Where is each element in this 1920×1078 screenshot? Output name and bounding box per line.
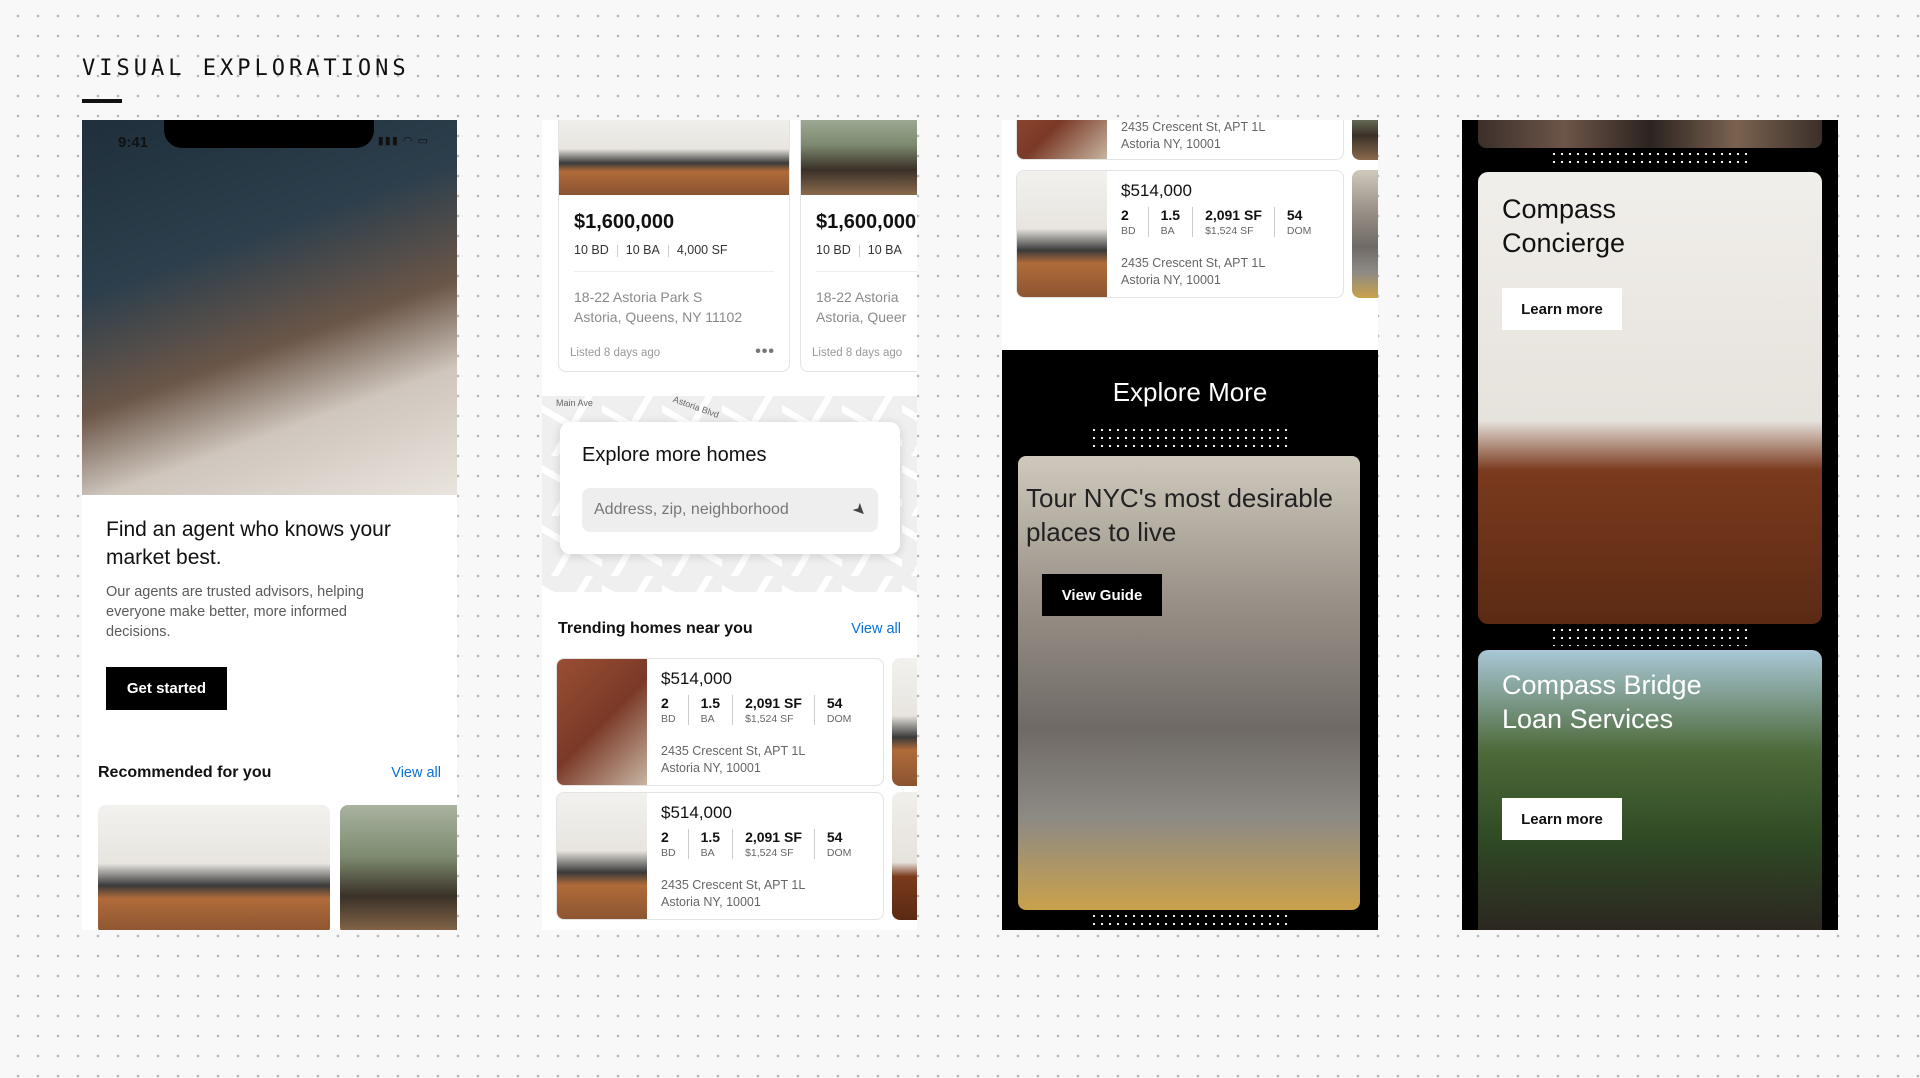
property-meta: 10 BD 10 BA xyxy=(816,243,902,257)
listing-stats: 2 BD 1.5 BA 2,091 SF $1,524 SF 54 DOM xyxy=(661,695,852,725)
listing-address: 2435 Crescent St, APT 1L Astoria NY, 1000… xyxy=(1121,256,1266,287)
section-underline xyxy=(82,99,122,103)
top-photo-strip xyxy=(1478,120,1822,148)
map-street-label: Main Ave xyxy=(556,398,593,408)
tour-guide-text: Tour NYC's most desirable places to live xyxy=(1026,483,1333,547)
property-price: $1,600,000 xyxy=(574,211,675,233)
status-icons: ▮▮▮ ◠ ▭ xyxy=(377,135,429,147)
listing-price: $514,000 xyxy=(661,669,732,688)
listing-card[interactable]: $514,000 2 BD 1.5 BA 2,091 SF $1,524 SF 54 D… xyxy=(1016,170,1344,298)
divider xyxy=(816,271,917,272)
status-time: 9:41 xyxy=(118,134,149,151)
hero-body: Our agents are trusted advisors, helping… xyxy=(106,584,364,640)
recommended-title: Recommended for you xyxy=(98,764,272,781)
listing-card-peek[interactable] xyxy=(1352,170,1378,298)
bridge-learn-more-button[interactable]: Learn more xyxy=(1502,798,1622,840)
concierge-title: Compass Concierge xyxy=(1502,194,1626,258)
dot-pattern xyxy=(1090,426,1290,448)
property-photo xyxy=(801,120,917,195)
address-search-input[interactable] xyxy=(582,488,878,532)
listing-price: $514,000 xyxy=(661,803,732,822)
property-price: $1,600,000 xyxy=(816,211,917,233)
dot-pattern xyxy=(1090,912,1290,928)
property-address: 18-22 Astoria Park S Astoria, Queens, NY … xyxy=(574,289,743,325)
listing-card-peek[interactable] xyxy=(892,792,917,920)
property-photo xyxy=(559,120,789,195)
property-meta: 10 BD 10 BA 4,000 SF xyxy=(574,243,728,257)
trending-view-all-link[interactable]: View all xyxy=(851,621,901,637)
listing-address: 2435 Crescent St, APT 1L Astoria NY, 1000… xyxy=(661,744,806,775)
screen-services: Compass Concierge Learn more Compass Bri… xyxy=(1462,120,1838,930)
recommended-card[interactable] xyxy=(340,805,457,930)
screen-explore-homes: $1,600,000 10 BD 10 BA 4,000 SF 18-22 Asto… xyxy=(542,120,917,930)
screen-find-agent: 9:41 ▮▮▮ ◠ ▭ Find an agent who knows you… xyxy=(82,120,457,930)
listing-card[interactable]: $514,000 2 BD 1.5 BA 2,091 SF $1,524 SF 54 D… xyxy=(556,658,884,786)
hero-heading: Find an agent who knows your market best… xyxy=(106,518,391,569)
more-options-icon[interactable]: ••• xyxy=(755,343,775,361)
phone-notch xyxy=(164,120,374,148)
listing-price: $514,000 xyxy=(1121,181,1192,200)
listing-stats: 2 BD 1.5 BA 2,091 SF $1,524 SF 54 DOM xyxy=(661,829,852,859)
dot-pattern xyxy=(1550,150,1750,168)
screen-explore-more: 2435 Crescent St, APT 1L Astoria NY, 1000… xyxy=(1002,120,1378,930)
section-title: VISUAL EXPLORATIONS xyxy=(82,56,410,81)
listing-card[interactable]: $514,000 2 BD 1.5 BA 2,091 SF $1,524 SF 54 D… xyxy=(556,792,884,920)
trending-title: Trending homes near you xyxy=(558,620,753,637)
property-card[interactable]: $1,600,000 10 BD 10 BA 18-22 Astoria Astor… xyxy=(800,120,917,372)
dot-pattern xyxy=(1550,626,1750,646)
explore-homes-title: Explore more homes xyxy=(582,444,767,466)
hero-photo xyxy=(82,120,457,495)
divider xyxy=(574,271,774,272)
listing-card[interactable]: 2435 Crescent St, APT 1L Astoria NY, 1000… xyxy=(1016,120,1344,160)
listing-photo xyxy=(557,659,647,785)
listing-stats: 2 BD 1.5 BA 2,091 SF $1,524 SF 54 DOM xyxy=(1121,207,1312,237)
recommended-card[interactable] xyxy=(98,805,330,930)
listing-photo xyxy=(1017,120,1107,159)
view-guide-button[interactable]: View Guide xyxy=(1042,574,1162,616)
listing-card-peek[interactable] xyxy=(892,658,917,786)
property-address: 18-22 Astoria Astoria, Queer xyxy=(816,289,907,325)
property-card[interactable]: $1,600,000 10 BD 10 BA 4,000 SF 18-22 Asto… xyxy=(558,120,790,372)
listing-address: 2435 Crescent St, APT 1L Astoria NY, 1000… xyxy=(661,878,806,909)
concierge-learn-more-button[interactable]: Learn more xyxy=(1502,288,1622,330)
bridge-loan-title: Compass Bridge Loan Services xyxy=(1502,670,1702,734)
listing-photo xyxy=(557,793,647,919)
listed-date: Listed 8 days ago xyxy=(812,347,903,359)
listing-photo xyxy=(1017,171,1107,297)
explore-more-title: Explore More xyxy=(1112,377,1268,407)
explore-homes-card: Explore more homes ➤ xyxy=(560,422,900,554)
listing-address: 2435 Crescent St, APT 1L Astoria NY, 1000… xyxy=(1121,120,1266,151)
recommended-view-all-link[interactable]: View all xyxy=(391,765,441,781)
listed-date: Listed 8 days ago xyxy=(570,347,661,359)
listing-card-peek[interactable] xyxy=(1352,120,1378,160)
get-started-button[interactable]: Get started xyxy=(106,667,227,710)
